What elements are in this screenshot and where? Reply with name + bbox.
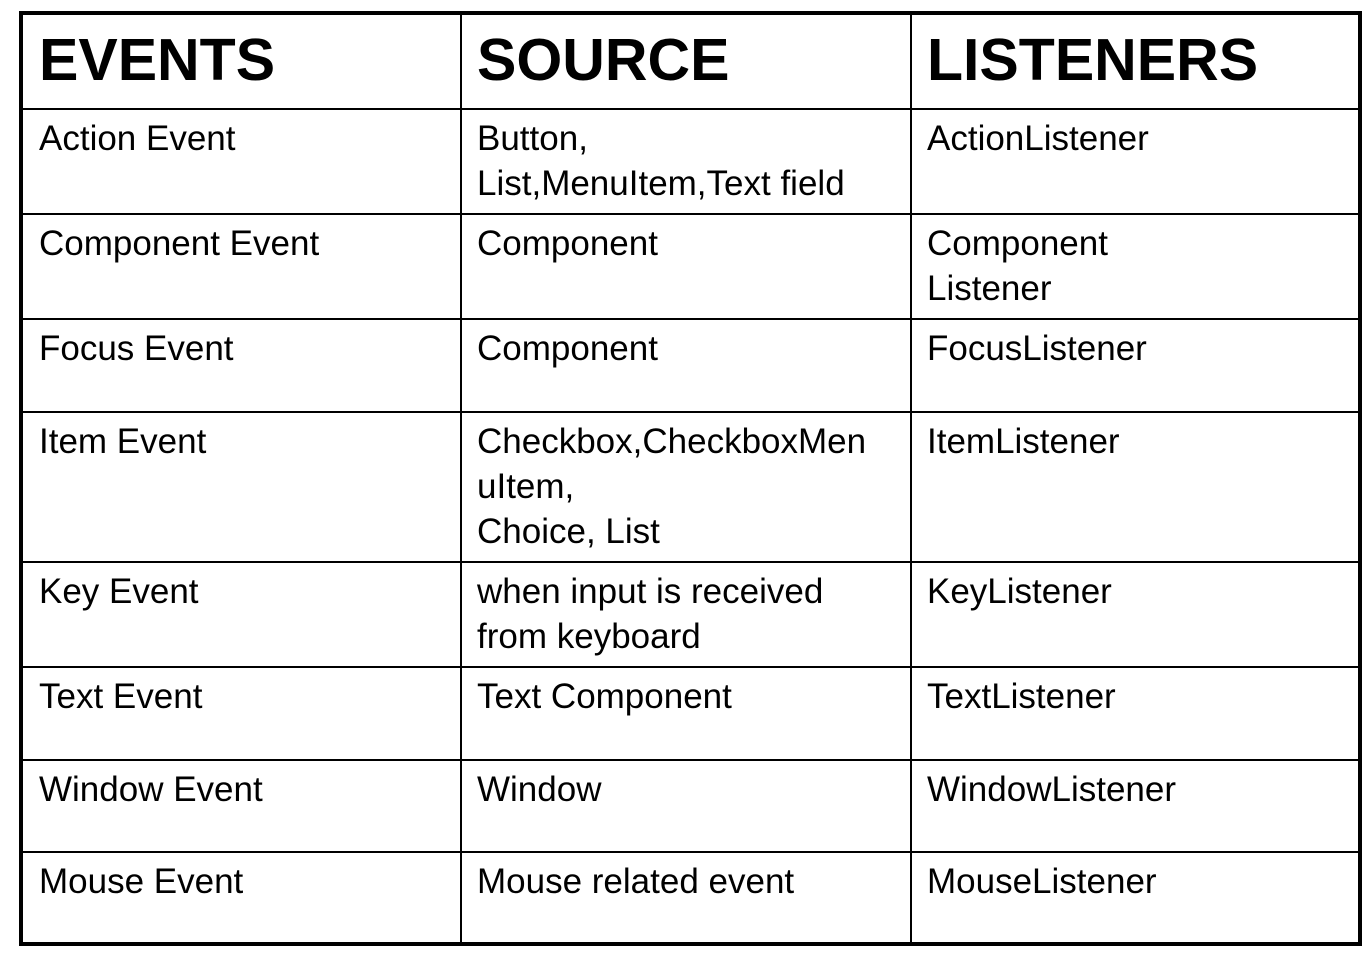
source-cell: Button, List,MenuItem,Text field: [460, 110, 910, 213]
events-table: EVENTS SOURCE LISTENERS Action Event Butt…: [19, 11, 1362, 946]
header-events: EVENTS: [39, 27, 276, 93]
event-cell: Text Event: [39, 677, 203, 716]
listener-cell: FocusListener: [910, 320, 1358, 411]
table-row: Action Event Button, List,MenuItem,Text f…: [23, 108, 1358, 213]
source-cell: Window: [460, 761, 910, 851]
header-source: SOURCE: [460, 15, 910, 108]
source-cell: Component: [460, 215, 910, 318]
source-cell: Component: [460, 320, 910, 411]
listener-cell: ActionListener: [910, 110, 1358, 213]
event-cell: Focus Event: [39, 329, 234, 368]
table-row: Text Event Text Component TextListener: [23, 666, 1358, 759]
listener-cell: KeyListener: [910, 563, 1358, 666]
source-cell: Mouse related event: [460, 853, 910, 942]
listener-cell: TextListener: [910, 668, 1358, 759]
table-row: Focus Event Component FocusListener: [23, 318, 1358, 411]
event-cell: Window Event: [39, 770, 263, 809]
source-cell: when input is received from keyboard: [460, 563, 910, 666]
event-cell: Action Event: [39, 119, 236, 158]
event-cell: Mouse Event: [39, 862, 244, 901]
listener-cell: MouseListener: [910, 853, 1358, 942]
table-row: Key Event when input is received from key…: [23, 561, 1358, 666]
event-cell: Component Event: [39, 224, 320, 263]
table-header-row: EVENTS SOURCE LISTENERS: [23, 15, 1358, 108]
listener-cell: ItemListener: [910, 413, 1358, 561]
event-cell: Key Event: [39, 572, 199, 611]
listener-cell: WindowListener: [910, 761, 1358, 851]
event-cell: Item Event: [39, 422, 207, 461]
source-cell: Text Component: [460, 668, 910, 759]
table-row: Component Event Component Component Listen…: [23, 213, 1358, 318]
table-row: Window Event Window WindowListener: [23, 759, 1358, 851]
source-cell: Checkbox,CheckboxMen uItem, Choice, List: [460, 413, 910, 561]
table-row: Item Event Checkbox,CheckboxMen uItem, Ch…: [23, 411, 1358, 561]
header-listeners: LISTENERS: [910, 15, 1358, 108]
table-row: Mouse Event Mouse related event MouseListe…: [23, 851, 1358, 942]
listener-cell: Component Listener: [910, 215, 1358, 318]
